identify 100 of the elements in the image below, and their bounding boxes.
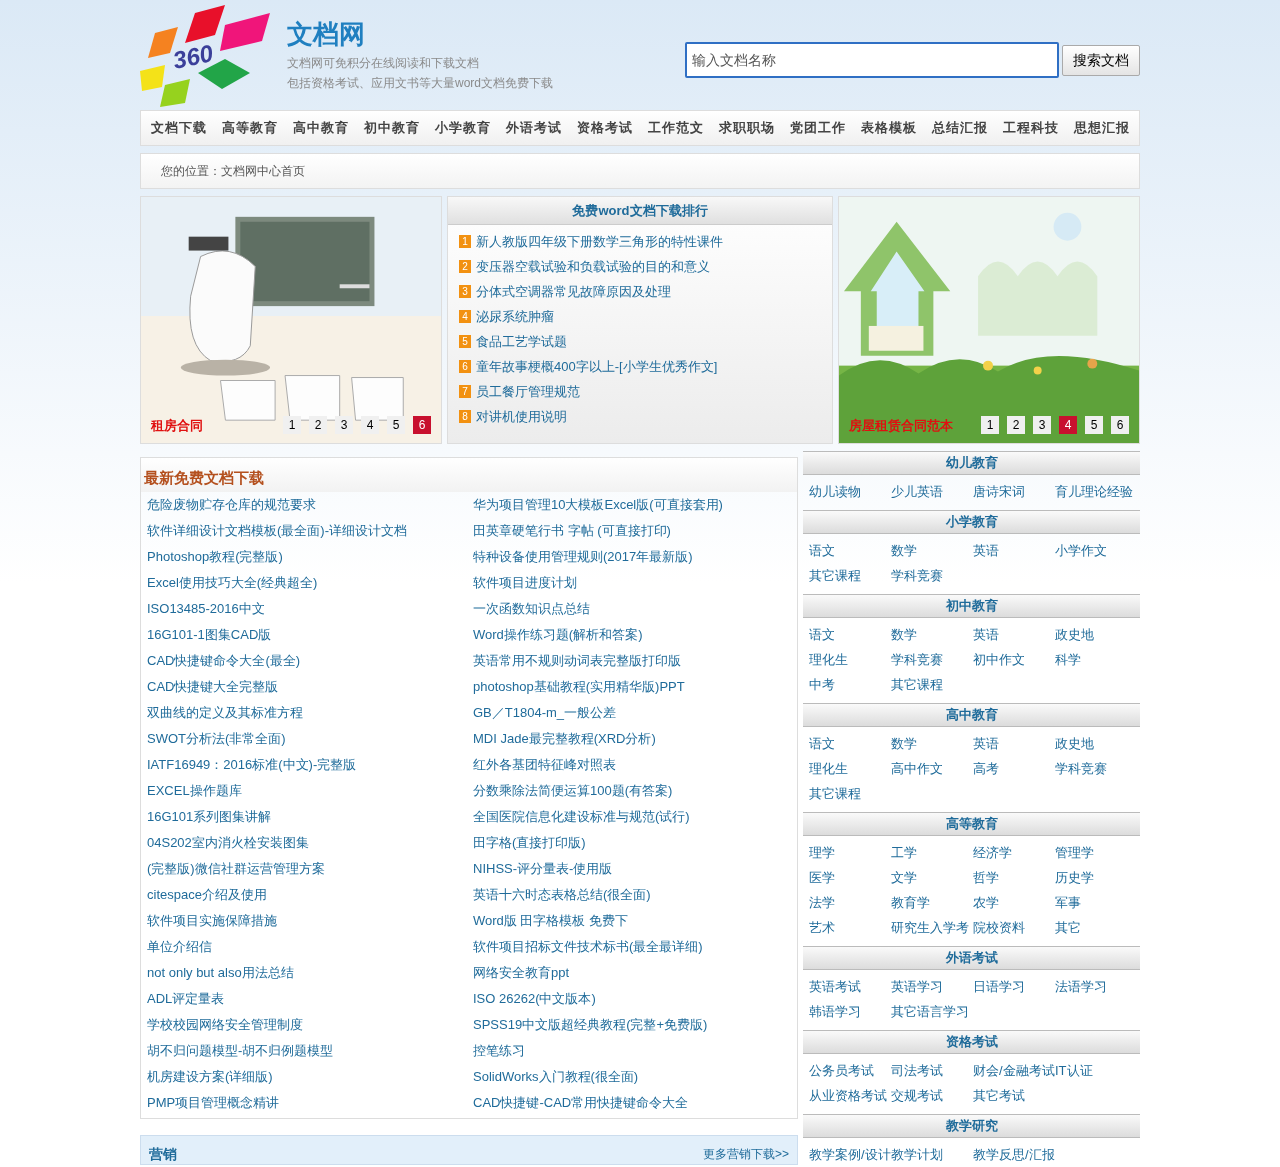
document-link[interactable]: 全国医院信息化建设标准与规范(试行): [473, 807, 690, 827]
document-link[interactable]: ADL评定量表: [147, 989, 225, 1009]
page-button[interactable]: 6: [1111, 416, 1129, 435]
category-link[interactable]: 军事: [1055, 892, 1081, 913]
document-link[interactable]: CAD快捷键大全完整版: [147, 677, 279, 697]
nav-link[interactable]: 思想汇报: [1074, 118, 1130, 138]
category-link[interactable]: 韩语学习: [809, 1001, 861, 1022]
nav-link[interactable]: 工作范文: [648, 118, 704, 138]
document-link[interactable]: 英语十六时态表格总结(很全面): [473, 885, 651, 905]
category-link[interactable]: 数学: [891, 733, 917, 754]
search-button[interactable]: 搜索文档: [1062, 44, 1140, 76]
category-link[interactable]: 语文: [809, 540, 835, 561]
category-link[interactable]: 英语: [973, 624, 999, 645]
category-link[interactable]: 从业资格考试: [809, 1085, 887, 1106]
page-button[interactable]: 4: [1059, 416, 1077, 435]
page-button[interactable]: 3: [335, 416, 353, 435]
document-link[interactable]: 16G101系列图集讲解: [147, 807, 272, 827]
nav-link[interactable]: 党团工作: [790, 118, 846, 138]
ranking-link[interactable]: 变压器空载试验和负载试验的目的和意义: [476, 256, 710, 277]
page-button[interactable]: 5: [387, 416, 405, 435]
category-link[interactable]: 经济学: [973, 842, 1012, 863]
category-link[interactable]: 唐诗宋词: [973, 481, 1025, 502]
nav-link[interactable]: 文档下载: [151, 118, 207, 138]
nav-link[interactable]: 资格考试: [577, 118, 633, 138]
category-link[interactable]: 政史地: [1055, 624, 1094, 645]
document-link[interactable]: 特种设备使用管理规则(2017年最新版): [473, 547, 693, 567]
category-link[interactable]: 英语考试: [809, 976, 861, 997]
document-link[interactable]: 软件项目进度计划: [473, 573, 577, 593]
category-link[interactable]: 理化生: [809, 649, 848, 670]
category-link[interactable]: 高中作文: [891, 758, 943, 779]
document-link[interactable]: Photoshop教程(完整版): [147, 547, 283, 567]
category-link[interactable]: 教学计划: [891, 1144, 943, 1165]
document-link[interactable]: CAD快捷键命令大全(最全): [147, 651, 301, 671]
category-link[interactable]: 理化生: [809, 758, 848, 779]
category-link[interactable]: 工学: [891, 842, 917, 863]
search-field[interactable]: 输入文档名称: [685, 42, 1059, 78]
document-link[interactable]: ISO 26262(中文版本): [473, 989, 596, 1009]
page-button[interactable]: 4: [361, 416, 379, 435]
category-link[interactable]: 文学: [891, 867, 917, 888]
category-link[interactable]: 理学: [809, 842, 835, 863]
document-link[interactable]: photoshop基础教程(实用精华版)PPT: [473, 677, 685, 697]
document-link[interactable]: not only but also用法总结: [147, 963, 294, 983]
category-link[interactable]: 中考: [809, 674, 835, 695]
document-link[interactable]: 英语常用不规则动词表完整版打印版: [473, 651, 681, 671]
category-link[interactable]: 数学: [891, 624, 917, 645]
category-link[interactable]: 小学作文: [1055, 540, 1107, 561]
category-link[interactable]: 法语学习: [1055, 976, 1107, 997]
document-link[interactable]: EXCEL操作题库: [147, 781, 242, 801]
category-link[interactable]: 教学案例/设计: [809, 1144, 891, 1165]
document-link[interactable]: (完整版)微信社群运营管理方案: [147, 859, 325, 879]
category-link[interactable]: 英语学习: [891, 976, 943, 997]
category-link[interactable]: 学科竞赛: [891, 649, 943, 670]
category-link[interactable]: 学科竞赛: [1055, 758, 1107, 779]
category-link[interactable]: 其它考试: [973, 1085, 1025, 1106]
more-link[interactable]: 更多营销下载>>: [703, 1144, 789, 1164]
page-button[interactable]: 1: [283, 416, 301, 435]
category-link[interactable]: 高考: [973, 758, 999, 779]
document-link[interactable]: 单位介绍信: [147, 937, 212, 957]
category-link[interactable]: 其它课程: [809, 565, 861, 586]
document-link[interactable]: 软件项目实施保障措施: [147, 911, 277, 931]
document-link[interactable]: 机房建设方案(详细版): [147, 1067, 273, 1087]
document-link[interactable]: 16G101-1图集CAD版: [147, 625, 272, 645]
nav-link[interactable]: 表格模板: [861, 118, 917, 138]
category-link[interactable]: 管理学: [1055, 842, 1094, 863]
nav-link[interactable]: 高中教育: [293, 118, 349, 138]
category-link[interactable]: 公务员考试: [809, 1060, 874, 1081]
document-link[interactable]: 学校校园网络安全管理制度: [147, 1015, 303, 1035]
document-link[interactable]: 田字格(直接打印版): [473, 833, 586, 853]
document-link[interactable]: Excel使用技巧大全(经典超全): [147, 573, 318, 593]
category-link[interactable]: 其它语言学习: [891, 1001, 969, 1022]
document-link[interactable]: 红外各基团特征峰对照表: [473, 755, 616, 775]
nav-link[interactable]: 高等教育: [222, 118, 278, 138]
document-link[interactable]: SWOT分析法(非常全面): [147, 729, 286, 749]
ranking-link[interactable]: 新人教版四年级下册数学三角形的特性课件: [476, 231, 723, 252]
document-link[interactable]: Word版 田字格模板 免费下: [473, 911, 629, 931]
ranking-link[interactable]: 员工餐厅管理规范: [476, 381, 580, 402]
page-button[interactable]: 2: [1007, 416, 1025, 435]
category-link[interactable]: 医学: [809, 867, 835, 888]
category-link[interactable]: 法学: [809, 892, 835, 913]
page-button[interactable]: 3: [1033, 416, 1051, 435]
category-link[interactable]: 英语: [973, 733, 999, 754]
category-link[interactable]: 司法考试: [891, 1060, 943, 1081]
category-link[interactable]: 数学: [891, 540, 917, 561]
document-link[interactable]: 胡不归问题模型-胡不归例题模型: [147, 1041, 334, 1061]
document-link[interactable]: CAD快捷键-CAD常用快捷键命令大全: [473, 1093, 689, 1113]
document-link[interactable]: 软件项目招标文件技术标书(最全最详细): [473, 937, 703, 957]
category-link[interactable]: 少儿英语: [891, 481, 943, 502]
page-button[interactable]: 6: [413, 416, 431, 435]
ranking-link[interactable]: 童年故事梗概400字以上-[小学生优秀作文]: [476, 356, 718, 377]
document-link[interactable]: NIHSS-评分量表-使用版: [473, 859, 613, 879]
category-link[interactable]: 语文: [809, 624, 835, 645]
category-link[interactable]: 历史学: [1055, 867, 1094, 888]
category-link[interactable]: 财会/金融考试: [973, 1060, 1055, 1081]
ranking-link[interactable]: 分体式空调器常见故障原因及处理: [476, 281, 671, 302]
category-link[interactable]: 哲学: [973, 867, 999, 888]
ranking-link[interactable]: 对讲机使用说明: [476, 406, 567, 427]
category-link[interactable]: 其它课程: [809, 783, 861, 804]
document-link[interactable]: Word操作练习题(解析和答案): [473, 625, 643, 645]
category-link[interactable]: 日语学习: [973, 976, 1025, 997]
nav-link[interactable]: 外语考试: [506, 118, 562, 138]
